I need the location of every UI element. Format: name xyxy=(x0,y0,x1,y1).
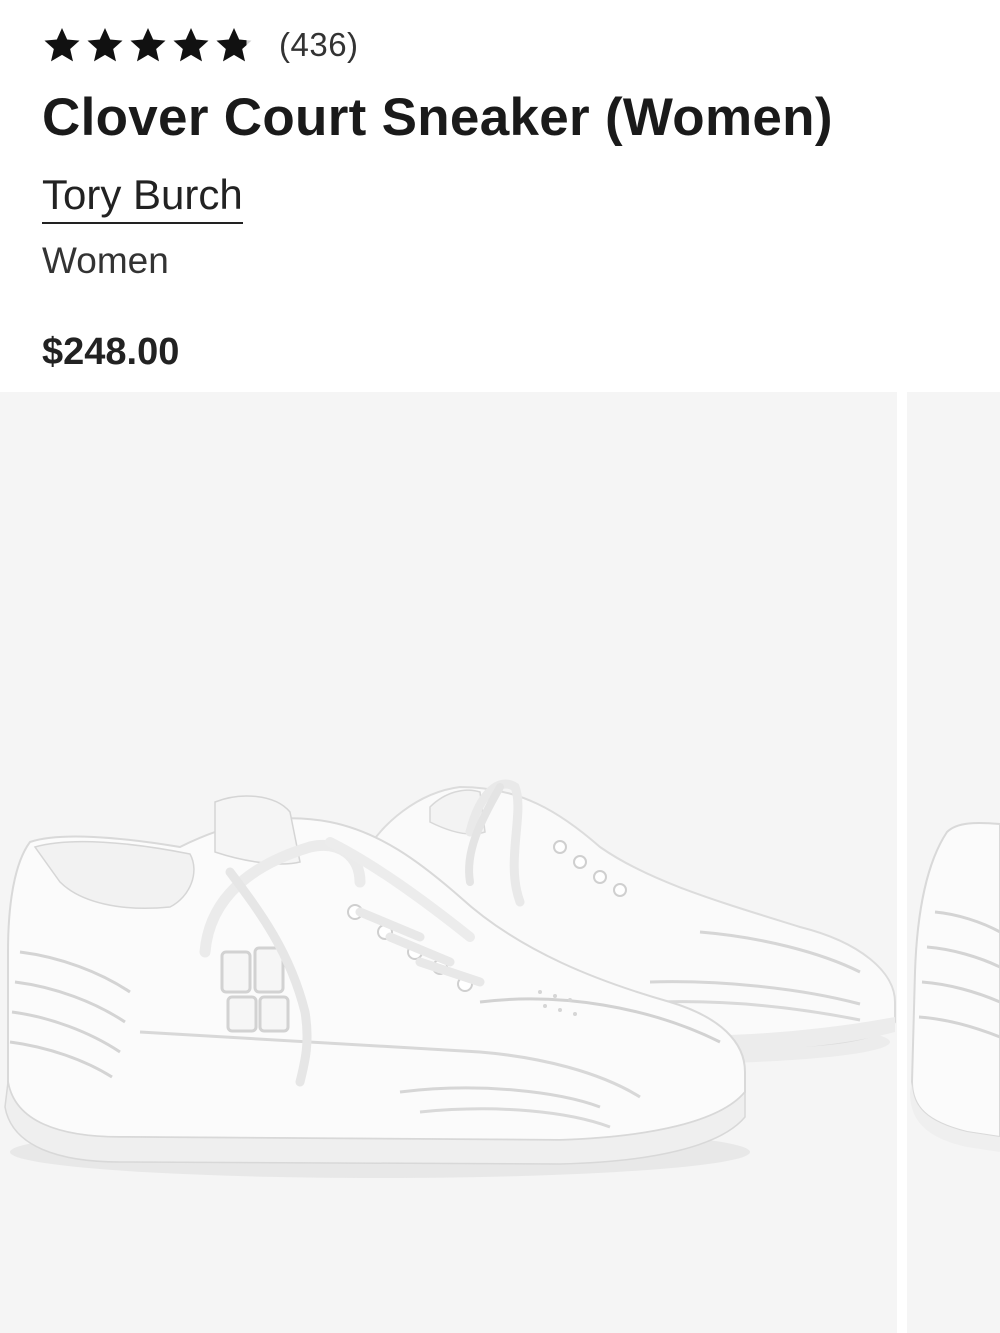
product-image-next[interactable] xyxy=(907,392,1000,1333)
review-count[interactable]: (436) xyxy=(279,22,359,68)
embossed-logo xyxy=(220,946,290,1033)
star-icon xyxy=(87,28,123,62)
product-title: Clover Court Sneaker (Women) xyxy=(42,88,833,147)
star-icon xyxy=(44,28,80,62)
sneaker-partial-image xyxy=(910,822,1000,1152)
product-category: Women xyxy=(42,240,169,281)
star-rating xyxy=(42,25,257,65)
star-icon xyxy=(130,28,166,62)
star-icon xyxy=(173,28,209,62)
brand-link[interactable]: Tory Burch xyxy=(42,170,243,224)
star-partial-icon xyxy=(216,28,252,62)
sneaker-pair-image xyxy=(4,779,896,1178)
product-image-carousel[interactable] xyxy=(0,392,1000,1333)
product-price: $248.00 xyxy=(42,331,180,373)
rating-row[interactable]: (436) xyxy=(42,22,359,68)
product-image-main[interactable] xyxy=(0,392,897,1333)
